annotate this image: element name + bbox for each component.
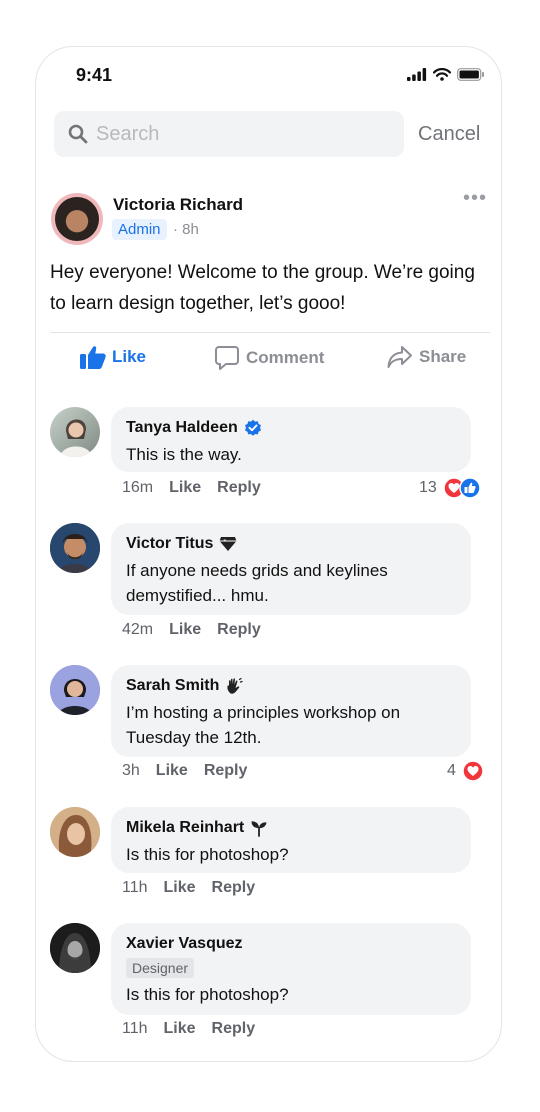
comment-meta: 42m Like Reply — [122, 621, 261, 639]
commenter-avatar[interactable] — [50, 523, 100, 573]
comment-bubble: Xavier Vasquez Designer Is this for phot… — [111, 923, 471, 1015]
comment-time: 42m — [122, 621, 154, 638]
share-label: Share — [419, 347, 467, 366]
comment-meta: 3h Like Reply — [122, 762, 247, 780]
comment-like-button[interactable]: Like — [169, 479, 201, 497]
commenter-name-row: Xavier Vasquez — [126, 933, 456, 955]
divider — [50, 332, 490, 333]
reaction-count: 4 — [447, 762, 456, 779]
status-time: 9:41 — [76, 65, 113, 85]
commenter-name-row: Sarah Smith — [126, 675, 456, 697]
reaction-count: 13 — [419, 479, 437, 496]
commenter-name-row: Victor Titus — [126, 533, 456, 555]
waving-hand-icon — [227, 677, 243, 694]
comment-meta: 16m Like Reply — [122, 479, 261, 497]
comment-button[interactable]: Comment — [214, 345, 324, 371]
like-button[interactable]: Like — [80, 345, 146, 369]
comment-reply-button[interactable]: Reply — [217, 479, 261, 497]
more-options-icon[interactable]: ••• — [463, 187, 487, 210]
avatar-photo — [50, 665, 100, 715]
post-author-avatar[interactable] — [51, 193, 103, 245]
commenter-name[interactable]: Xavier Vasquez — [126, 935, 243, 953]
post-author-name[interactable]: Victoria Richard — [113, 195, 243, 215]
commenter-name[interactable]: Tanya Haldeen — [126, 419, 238, 437]
cancel-button[interactable]: Cancel — [418, 123, 480, 146]
comment-text: Is this for photoshop? — [126, 845, 289, 864]
comment-bubble: Sarah Smith I’m hosting a principles wor… — [111, 665, 471, 757]
love-reaction-icon — [462, 760, 484, 782]
avatar-photo — [50, 807, 100, 857]
comment-text: This is the way. — [126, 445, 242, 464]
thumbs-up-icon — [80, 346, 106, 369]
phone-frame: 9:41 Cancel — [35, 46, 502, 1062]
commenter-avatar[interactable] — [50, 807, 100, 857]
avatar-photo — [50, 923, 100, 973]
post-text: Hey everyone! Welcome to the group. We’r… — [50, 262, 475, 314]
comment-time: 11h — [122, 1020, 148, 1037]
post-time: · 8h — [173, 221, 199, 238]
comment-like-button[interactable]: Like — [164, 1020, 196, 1038]
commenter-name[interactable]: Victor Titus — [126, 535, 213, 553]
like-label: Like — [112, 347, 147, 366]
comment-text: If anyone needs grids and keylines demys… — [126, 561, 388, 605]
admin-badge: Admin — [112, 219, 167, 240]
plant-icon — [251, 821, 267, 837]
comment-label: Comment — [246, 348, 325, 367]
search-input[interactable] — [96, 111, 386, 157]
comment-bubble: Mikela Reinhart Is this for photoshop? — [111, 807, 471, 873]
diamond-heart-icon — [219, 537, 237, 551]
commenter-avatar[interactable] — [50, 665, 100, 715]
comment-text: Is this for photoshop? — [126, 985, 289, 1004]
like-reaction-icon — [459, 477, 481, 499]
avatar-photo — [50, 523, 100, 573]
share-button[interactable]: Share — [387, 345, 466, 369]
comment-like-button[interactable]: Like — [164, 879, 196, 897]
verified-badge-icon — [244, 419, 261, 436]
commenter-avatar[interactable] — [50, 407, 100, 457]
comment-reply-button[interactable]: Reply — [204, 762, 248, 780]
status-icons — [407, 68, 485, 81]
search-bar[interactable] — [54, 111, 404, 157]
comment-meta: 11h Like Reply — [122, 879, 255, 897]
reaction-summary[interactable]: 13 — [419, 477, 483, 499]
status-bar: 9:41 — [36, 47, 501, 107]
battery-icon — [457, 68, 484, 81]
comment-reply-button[interactable]: Reply — [217, 621, 261, 639]
comment-like-button[interactable]: Like — [156, 762, 188, 780]
comment-time: 11h — [122, 879, 148, 896]
designer-tag: Designer — [126, 958, 195, 978]
search-icon — [68, 124, 88, 144]
commenter-avatar[interactable] — [50, 923, 100, 973]
commenter-name-row: Mikela Reinhart — [126, 817, 456, 839]
comment-time: 16m — [122, 479, 154, 496]
reaction-summary[interactable]: 4 — [447, 760, 484, 782]
comment-meta: 11h Like Reply — [122, 1020, 255, 1038]
comment-text: I’m hosting a principles workshop on Tue… — [126, 703, 401, 747]
comment-time: 3h — [122, 762, 140, 779]
comment-bubble: Victor Titus If anyone needs grids and k… — [111, 523, 471, 615]
comment-reply-button[interactable]: Reply — [212, 1020, 256, 1038]
comment-bubble: Tanya Haldeen This is the way. — [111, 407, 471, 472]
wifi-icon — [433, 68, 451, 81]
comment-bubble-icon — [215, 346, 239, 370]
comment-like-button[interactable]: Like — [169, 621, 201, 639]
commenter-name[interactable]: Sarah Smith — [126, 677, 219, 695]
share-arrow-icon — [387, 346, 412, 368]
comment-reply-button[interactable]: Reply — [212, 879, 256, 897]
reaction-icons — [443, 477, 483, 499]
avatar-photo — [60, 419, 92, 457]
commenter-name-row: Tanya Haldeen — [126, 417, 456, 439]
commenter-name[interactable]: Mikela Reinhart — [126, 819, 244, 837]
cellular-signal-icon — [407, 68, 427, 81]
